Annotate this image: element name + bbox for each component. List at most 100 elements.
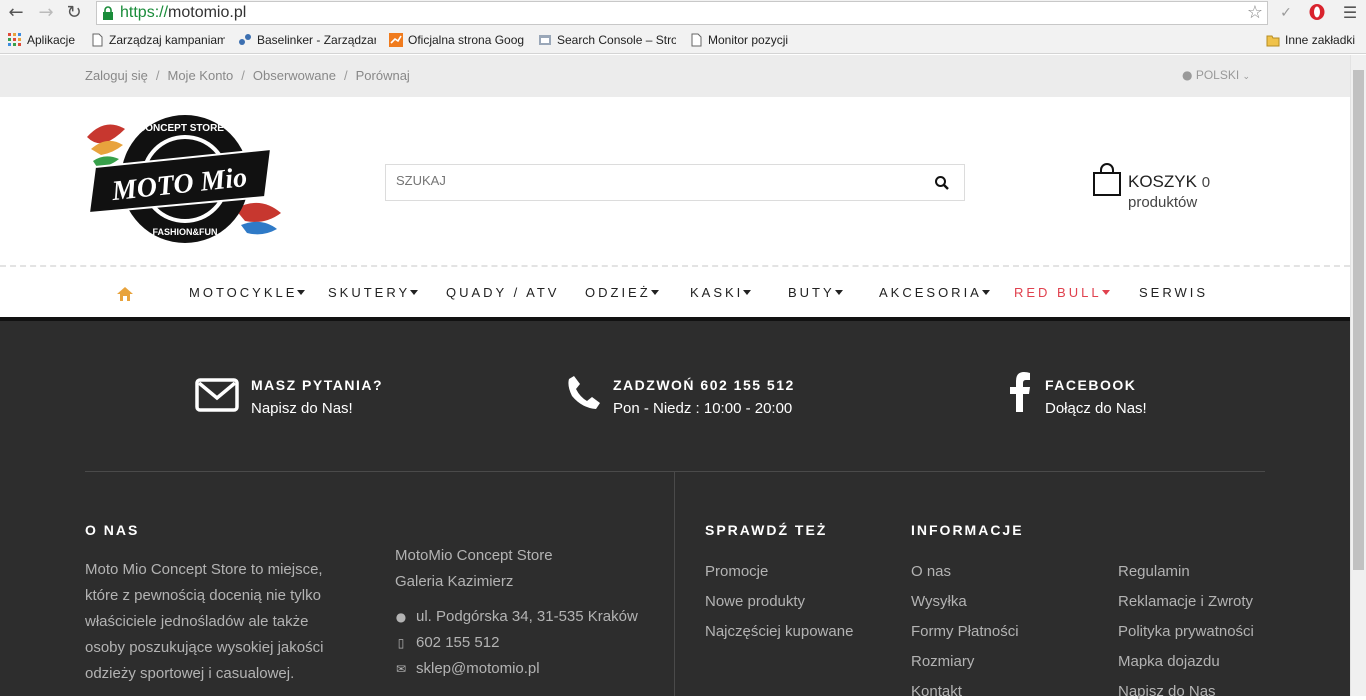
envelope-icon: ✉ [395,662,407,676]
mobile-phone-icon: ▯ [397,636,405,650]
link-polityka[interactable]: Polityka prywatności [1118,623,1254,640]
site-header: CONCEPT STORE MOTO Mio FASHION&FUN KOSZY… [0,97,1350,265]
menu-item-motocykle[interactable]: MOTOCYKLE [189,285,306,300]
compare-link[interactable]: Porównaj [356,68,410,83]
phone-hours: Pon - Niedz : 10:00 - 20:00 [613,400,793,417]
main-menu: MOTOCYKLE SKUTERY QUADY / ATV ODZIEŻ KAS… [0,267,1350,317]
my-account-link[interactable]: Moje Konto [168,68,234,83]
facebook-icon [1010,372,1030,412]
questions-subtitle: Napisz do Nas! [251,400,353,417]
footer-divider [85,471,1265,472]
chart-icon [389,33,403,47]
cart-label: KOSZYK 0 produktów [1128,172,1211,211]
menu-item-quady[interactable]: QUADY / ATV [446,285,559,300]
link-promocje[interactable]: Promocje [705,563,768,580]
link-nowe-produkty[interactable]: Nowe produkty [705,593,805,610]
bookmark-monitor[interactable]: Monitor pozycji [689,33,788,47]
caret-down-icon [834,290,843,295]
search-box[interactable] [385,164,965,201]
link-rozmiary[interactable]: Rozmiary [911,653,974,670]
bookmark-google[interactable]: Oficjalna strona Goog [389,33,525,47]
facebook-title: FACEBOOK [1045,377,1137,393]
baselinker-icon [239,34,251,45]
link-kontakt[interactable]: Kontakt [911,683,962,700]
footer-vertical-divider [674,472,675,696]
back-arrow-icon[interactable]: ← [6,3,26,23]
reload-icon[interactable]: ↻ [64,3,84,23]
opera-icon[interactable] [1307,3,1327,23]
link-wysylka[interactable]: Wysyłka [911,593,967,610]
caret-down-icon [297,290,306,295]
page-icon [92,33,103,47]
info-title: INFORMACJE [911,522,1024,538]
link-napisz[interactable]: Napisz do Nas [1118,683,1216,700]
page-scrollbar[interactable] [1350,55,1366,696]
url-text: https://motomio.pl [120,4,247,21]
link-formy-platnosci[interactable]: Formy Płatności [911,623,1019,640]
facebook-subtitle: Dołącz do Nas! [1045,400,1147,417]
envelope-icon [195,378,239,412]
about-title: O NAS [85,522,140,538]
logo-top-text: CONCEPT STORE [138,123,224,134]
link-mapka[interactable]: Mapka dojazdu [1118,653,1220,670]
lock-icon [103,6,113,20]
globe-icon: ● [1182,68,1193,82]
phone-icon [568,376,600,409]
about-text: Moto Mio Concept Store to miejsce, które… [85,561,324,682]
menu-item-red-bull[interactable]: RED BULL [1014,285,1110,300]
bookmark-search-console[interactable]: Search Console – Stro [538,33,676,47]
scrollbar-thumb[interactable] [1353,70,1364,570]
browser-toolbar: ← → ↻ https://motomio.pl ☆ ✓ ☰ [0,0,1366,27]
address-bar[interactable]: https://motomio.pl ☆ [96,1,1268,25]
login-link[interactable]: Zaloguj się [85,68,148,83]
apps-grid-icon [8,33,21,46]
home-icon[interactable] [117,287,133,301]
menu-item-odziez[interactable]: ODZIEŻ [585,285,659,300]
caret-down-icon [981,290,990,295]
checkmark-icon[interactable]: ✓ [1276,3,1296,23]
search-icon[interactable] [934,175,950,191]
check-also-title: SPRAWDŹ TEŻ [705,522,828,538]
link-o-nas[interactable]: O nas [911,563,951,580]
phone-title: ZADZWOŃ 602 155 512 [613,377,795,393]
menu-item-akcesoria[interactable]: AKCESORIA [879,285,990,300]
search-input[interactable] [396,173,916,188]
caret-down-icon [650,290,659,295]
link-najczesciej-kupowane[interactable]: Najczęściej kupowane [705,623,853,640]
caret-down-icon [1101,290,1110,295]
menu-item-kaski[interactable]: KASKI [690,285,752,300]
map-marker-icon: ● [395,610,407,624]
caret-down-icon [410,290,419,295]
account-links: Zaloguj się / Moje Konto / Obserwowane / Porów… [85,68,410,83]
link-reklamacje[interactable]: Reklamacje i Zwroty [1118,593,1253,610]
wishlist-link[interactable]: Obserwowane [253,68,336,83]
logo-bottom-text: FASHION&FUN [153,227,218,237]
cart-widget[interactable]: KOSZYK 0 produktów [1092,163,1272,211]
menu-hamburger-icon[interactable]: ☰ [1340,3,1360,23]
folder-icon [1266,35,1280,47]
forward-arrow-icon[interactable]: → [36,3,56,23]
store-name: MotoMio Concept Store [395,547,553,564]
bookmark-star-icon[interactable]: ☆ [1247,2,1263,23]
store-phone[interactable]: ▯ 602 155 512 [395,634,500,651]
bookmark-baselinker[interactable]: Baselinker - Zarządzar [238,33,376,47]
language-selector[interactable]: ● POLSKI ⌄ [1182,68,1250,82]
caret-down-icon [743,290,752,295]
menu-item-skutery[interactable]: SKUTERY [328,285,419,300]
bookmark-campaigns[interactable]: Zarządzaj kampaniam [90,33,225,47]
questions-title: MASZ PYTANIA? [251,377,384,393]
menu-item-serwis[interactable]: SERWIS [1139,285,1208,300]
bookmarks-bar: Aplikacje Zarządzaj kampaniam Baselinker… [0,27,1366,54]
bookmark-apps[interactable]: Aplikacje [8,33,75,47]
store-email[interactable]: ✉ sklep@motomio.pl [395,660,540,677]
footer: MASZ PYTANIA? Napisz do Nas! ZADZWOŃ 602… [0,321,1350,700]
bookmark-other[interactable]: Inne zakładki [1266,33,1355,47]
menu-item-buty[interactable]: BUTY [788,285,843,300]
store-address: ● ul. Podgórska 34, 31-535 Kraków [395,608,638,625]
motomio-logo[interactable]: CONCEPT STORE MOTO Mio FASHION&FUN [85,109,285,251]
shopping-bag-icon [1093,163,1121,196]
top-bar: Zaloguj się / Moje Konto / Obserwowane / Porów… [0,55,1350,97]
store-place: Galeria Kazimierz [395,573,514,590]
chevron-down-icon: ⌄ [1242,72,1251,82]
link-regulamin[interactable]: Regulamin [1118,563,1190,580]
